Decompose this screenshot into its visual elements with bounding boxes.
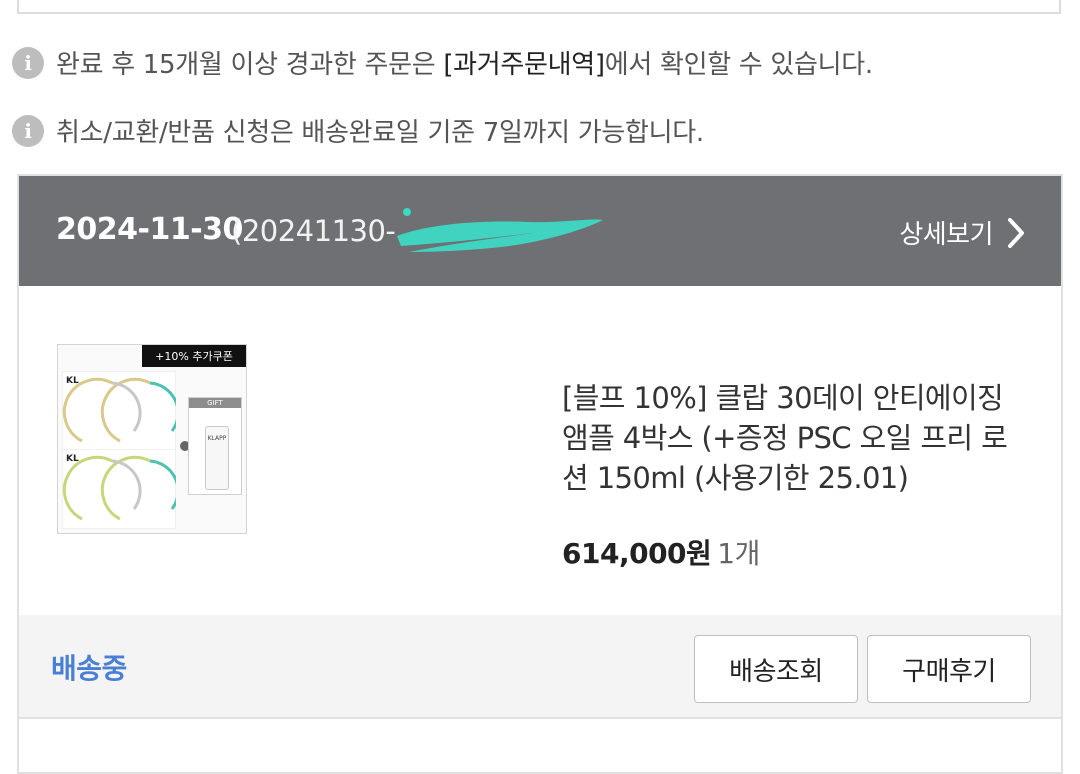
gift-label: GIFT — [189, 398, 241, 408]
order-action-bar: 배송중 배송조회 구매후기 — [19, 615, 1061, 717]
ampoule-box-image: KL — [62, 371, 176, 451]
coupon-tag: +10% 추가쿠폰 — [142, 345, 246, 367]
info-icon: i — [12, 114, 44, 147]
notice-past-orders: i 완료 후 15개월 이상 경과한 주문은 [과거주문내역]에서 확인할 수 … — [12, 44, 873, 81]
past-orders-link[interactable]: [과거주문내역] — [443, 50, 605, 80]
product-title[interactable]: [블프 10%] 클랍 30데이 안티에이징 앰플 4박스 (+증정 PSC 오… — [562, 378, 1032, 498]
order-date: 2024-11-30 — [56, 212, 243, 247]
product-quantity: 1개 — [717, 537, 760, 570]
delivery-status: 배송중 — [51, 652, 127, 685]
bottle-brand: KLAPP — [207, 435, 227, 442]
order-header: 2024-11-30 (20241130- 상세보기 — [19, 176, 1061, 286]
order-number: (20241130- — [231, 214, 396, 248]
info-icon: i — [12, 46, 44, 79]
lotion-bottle-image: KLAPP — [205, 426, 229, 490]
notice-cancel-policy: i 취소/교환/반품 신청은 배송완료일 기준 7일까지 가능합니다. — [12, 112, 704, 149]
redaction-mark — [397, 208, 603, 252]
product-price: 614,000원 — [562, 537, 712, 570]
order-detail-link[interactable]: 상세보기 — [899, 214, 1025, 251]
track-delivery-button[interactable]: 배송조회 — [694, 635, 858, 703]
order-card: 2024-11-30 (20241130- 상세보기 +10% 추가쿠폰 KL — [17, 174, 1063, 774]
price-row: 614,000원 1개 — [562, 532, 760, 572]
divider — [19, 717, 1061, 719]
notice-text: 완료 후 15개월 이상 경과한 주문은 [과거주문내역]에서 확인할 수 있습… — [56, 50, 873, 80]
detail-label: 상세보기 — [899, 220, 993, 250]
notice-text: 취소/교환/반품 신청은 배송완료일 기준 7일까지 가능합니다. — [56, 118, 704, 148]
ampoule-box-image: KL — [62, 449, 176, 529]
write-review-button[interactable]: 구매후기 — [867, 635, 1031, 703]
gift-image: GIFT KLAPP — [188, 397, 242, 495]
product-thumbnail[interactable]: +10% 추가쿠폰 KL KL GIFT KLAPP — [57, 344, 247, 534]
previous-card-edge — [17, 0, 1061, 14]
chevron-right-icon — [1008, 217, 1024, 248]
